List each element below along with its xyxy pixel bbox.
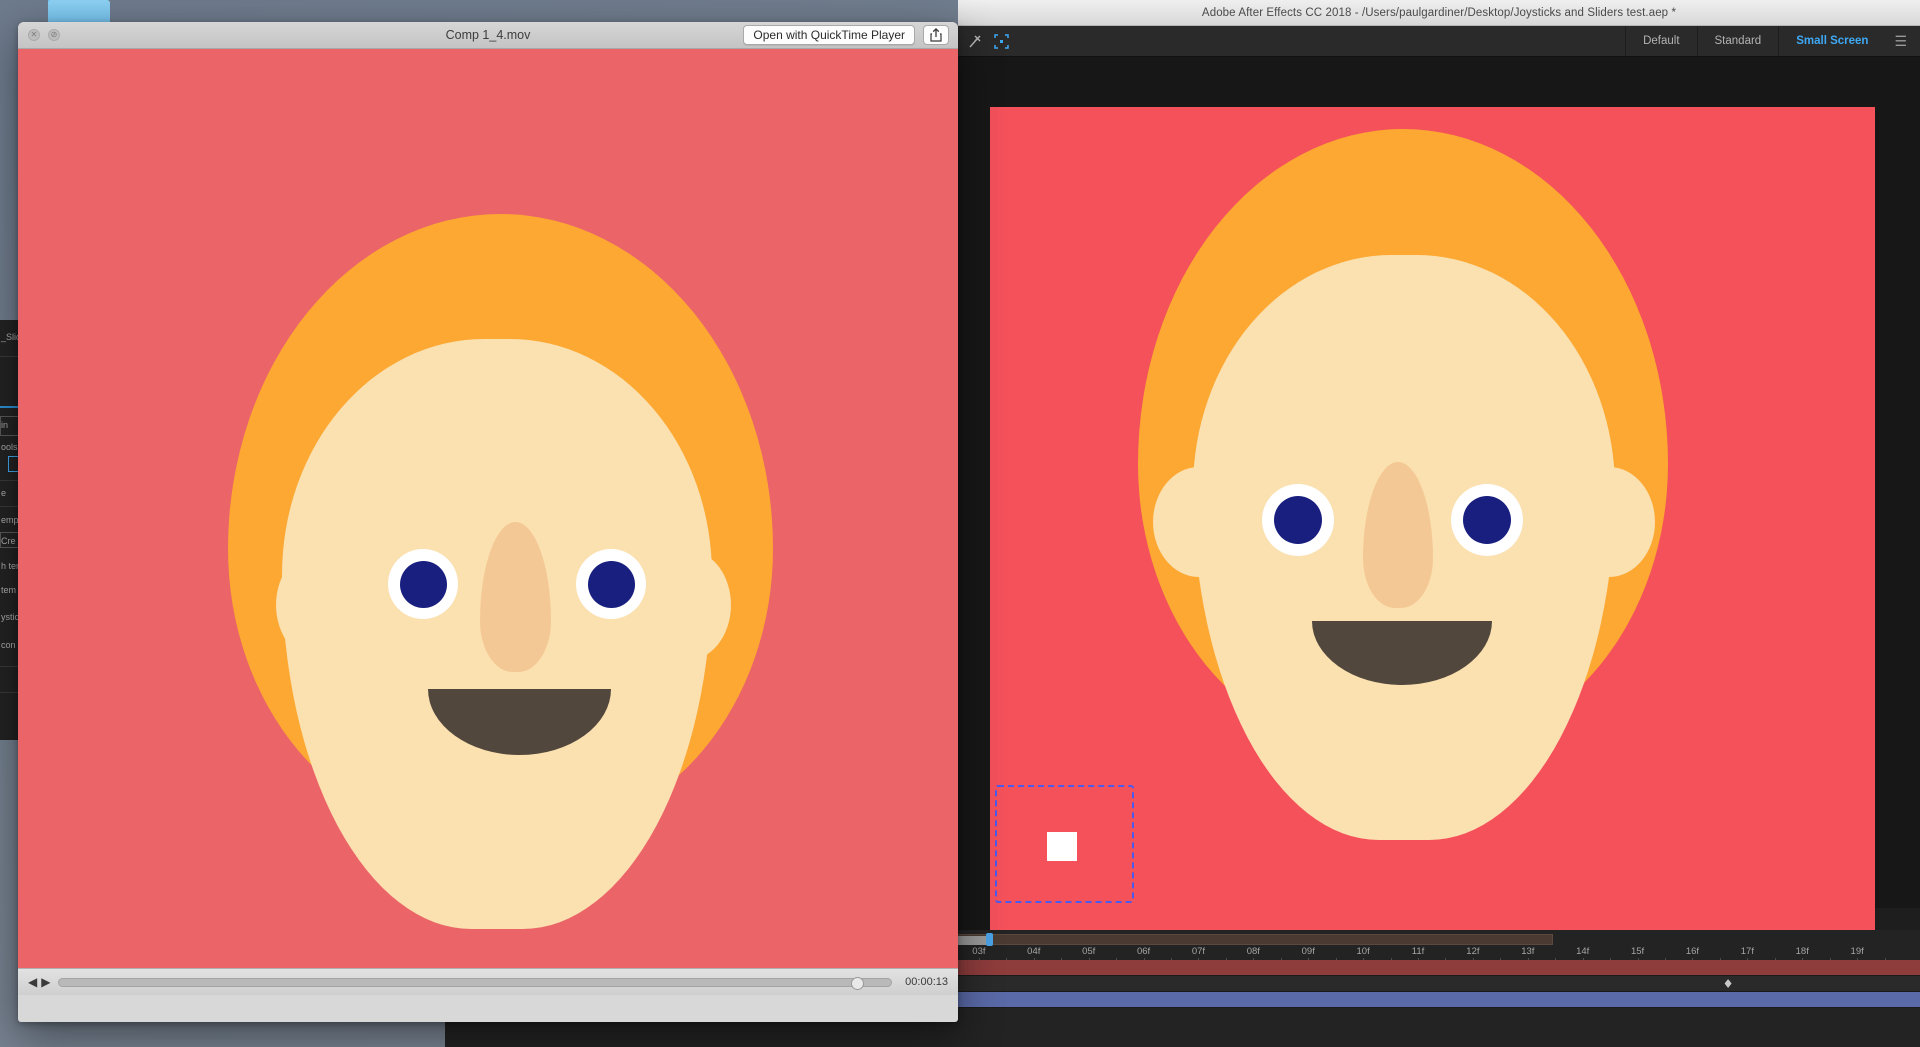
- sliver-text-7: tem: [1, 585, 17, 595]
- hamburger-menu-icon[interactable]: ☰: [1885, 26, 1920, 56]
- sliver-text-8: ystic: [1, 612, 19, 622]
- quicktime-current-time: 00:00:13: [905, 976, 948, 988]
- property-track-position[interactable]: [910, 976, 1920, 991]
- composition-viewer: Full ▾: [958, 57, 1920, 987]
- timeline-frame-label: 12f: [1466, 946, 1480, 957]
- eye-pupil-right: [588, 561, 635, 608]
- ae-window-title: Adobe After Effects CC 2018 - /Users/pau…: [1201, 6, 1677, 19]
- open-with-quicktime-button[interactable]: Open with QuickTime Player: [743, 25, 915, 45]
- quicktime-title-bar[interactable]: ✕ ⊘ Comp 1_4.mov Open with QuickTime Pla…: [18, 22, 958, 49]
- quicktime-transport: ◀ ▶: [28, 975, 50, 989]
- composition-canvas[interactable]: [990, 107, 1875, 959]
- timeline-frame-label: 05f: [1082, 946, 1096, 957]
- timeline-frame-label: 06f: [1136, 946, 1151, 957]
- timeline-frame-label: 13f: [1521, 946, 1535, 957]
- viewer-left-gutter: [958, 107, 990, 959]
- workspace-tab-standard[interactable]: Standard: [1696, 26, 1779, 56]
- timeline-frame-label: 11f: [1411, 946, 1425, 957]
- timeline-frame-label: 07f: [1191, 946, 1206, 957]
- layer-duration-bar[interactable]: [910, 992, 1920, 1007]
- sliver-text-1: in: [1, 420, 9, 430]
- workspace-tab-default[interactable]: Default: [1625, 26, 1696, 56]
- quicktime-title-actions: Open with QuickTime Player: [743, 25, 949, 45]
- workspace-tab-small-screen-label: Small Screen: [1796, 35, 1869, 47]
- puppet-pin-tool-icon[interactable]: [962, 29, 988, 53]
- work-area-bar[interactable]: [913, 933, 1553, 946]
- timeline-frame-label: 19f: [1850, 946, 1864, 957]
- work-area-end-handle[interactable]: [986, 933, 993, 946]
- after-effects-window: Adobe After Effects CC 2018 - /Users/pau…: [958, 0, 1920, 1047]
- layer-track-face-origin[interactable]: [910, 992, 1920, 1007]
- timeline-frame-label: 14f: [1576, 946, 1590, 957]
- sliver-text-5: Cre: [1, 536, 16, 546]
- sliver-text-2: ools: [1, 442, 18, 452]
- layer-track-face[interactable]: [910, 960, 1920, 975]
- timeline-frame-label: 09f: [1301, 946, 1315, 957]
- property-track-bg: [910, 976, 1920, 991]
- sliver-text-3: e: [1, 488, 7, 498]
- layer-duration-bar[interactable]: [910, 960, 1920, 975]
- face-origin-control-point[interactable]: [1047, 832, 1077, 861]
- quicktime-video-surface[interactable]: ◀ ▶ 00:00:13: [18, 49, 958, 995]
- ae-toolbar: Default Standard Small Screen ☰: [958, 26, 1920, 57]
- workspace-tab-default-label: Default: [1643, 35, 1680, 47]
- timeline-ruler[interactable]: 1f03f04f05f06f07f08f09f10f11f12f13f14f15…: [910, 930, 1920, 963]
- quicktime-scrubber-knob[interactable]: [851, 976, 865, 990]
- eye-pupil-left: [400, 561, 447, 608]
- timeline-frame-label: 18f: [1795, 946, 1809, 957]
- step-back-icon[interactable]: ◀: [28, 975, 37, 989]
- screen-root: Adobe After Effects CC 2018 - /Users/pau…: [0, 0, 1920, 1047]
- eye-pupil-right: [1463, 496, 1511, 544]
- timeline-frame-label: 10f: [1356, 946, 1370, 957]
- region-of-interest-tool-icon[interactable]: [988, 29, 1014, 53]
- workspace-tab-standard-label: Standard: [1714, 35, 1762, 47]
- quicktime-playback-controls: ◀ ▶ 00:00:13: [18, 968, 958, 995]
- timeline-frame-label: 03f: [972, 946, 986, 957]
- face-artwork-quicktime: [18, 49, 958, 995]
- quicktime-window: ✕ ⊘ Comp 1_4.mov Open with QuickTime Pla…: [18, 22, 958, 1022]
- timeline-frame-label: 08f: [1246, 946, 1260, 957]
- timeline-frame-label: 15f: [1630, 946, 1645, 957]
- play-icon[interactable]: ▶: [41, 975, 50, 989]
- sliver-text-9: con: [1, 640, 16, 650]
- ae-title-bar: Adobe After Effects CC 2018 - /Users/pau…: [958, 0, 1920, 26]
- quicktime-scrubber[interactable]: [58, 976, 892, 990]
- workspace-tabs: Default Standard Small Screen ☰: [1625, 26, 1920, 56]
- timeline-frame-label: 04f: [1027, 946, 1041, 957]
- open-with-quicktime-label: Open with QuickTime Player: [753, 28, 905, 42]
- workspace-tab-small-screen[interactable]: Small Screen: [1778, 26, 1885, 56]
- share-icon[interactable]: [923, 25, 949, 45]
- timeline-frame-label: 16f: [1685, 946, 1700, 957]
- eye-pupil-left: [1274, 496, 1322, 544]
- sliver-text-6: h ter: [1, 561, 20, 571]
- timeline-frame-labels: 1f03f04f05f06f07f08f09f10f11f12f13f14f15…: [910, 946, 1920, 963]
- timeline-frame-label: 17f: [1740, 946, 1754, 957]
